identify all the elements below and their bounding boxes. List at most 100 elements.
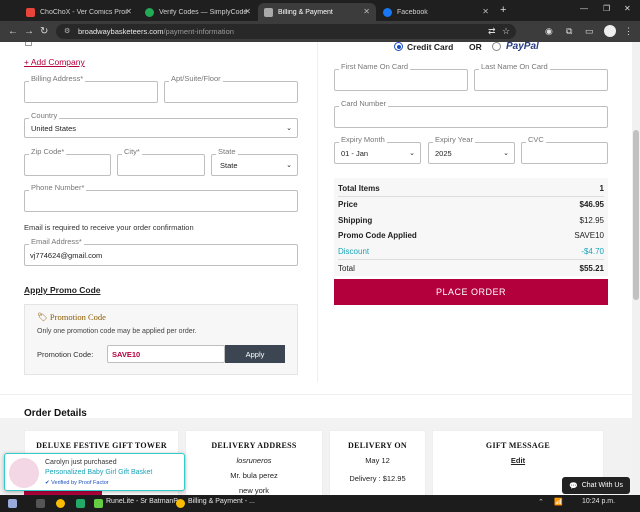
first-name-label: First Name On Card [339, 62, 411, 71]
runelite-icon [94, 499, 103, 508]
chrome-window-icon [176, 499, 185, 508]
extension-icon[interactable]: ◉ [545, 26, 553, 37]
close-icon[interactable]: ✕ [363, 7, 370, 16]
bookmark-star-icon[interactable]: ☆ [502, 26, 510, 37]
summary-row-price: Price $46.95 [338, 200, 604, 214]
zip-input[interactable] [24, 154, 111, 176]
summary-divider [338, 196, 604, 197]
apply-button[interactable]: Apply [225, 345, 285, 363]
delivery-on-title: DELIVERY ON [348, 441, 407, 450]
edit-gift-message-link[interactable]: Edit [433, 456, 603, 465]
tab-facebook[interactable]: Facebook ✕ [377, 3, 495, 21]
url-bar[interactable]: ⚙ broadwaybasketeers.com/payment-informa… [56, 24, 516, 39]
page-content: + Add Company Billing Address* Apt/Suite… [0, 42, 632, 495]
page-favicon-icon [264, 7, 273, 17]
proof-line1: Carolyn just purchased [45, 459, 117, 466]
verified-text: Verified by Proof Factor [51, 480, 109, 486]
close-icon[interactable]: ✕ [482, 7, 489, 16]
gift-message-title: GIFT MESSAGE [485, 441, 551, 450]
facebook-favicon-icon [383, 7, 392, 17]
chrome-icon[interactable] [56, 499, 65, 508]
card-number-label: Card Number [339, 99, 389, 108]
card-number-input[interactable] [334, 106, 608, 128]
radio-dot [396, 44, 401, 49]
country-select[interactable]: United States ⌄ [24, 118, 298, 138]
summary-value: $46.95 [579, 200, 604, 209]
back-icon[interactable]: ← [8, 26, 18, 37]
summary-value: -$4.70 [581, 247, 604, 256]
window-close-icon[interactable]: ✕ [624, 4, 631, 13]
tab-chochox[interactable]: ChoChoX - Ver Comics Promo C... ✕ [20, 3, 138, 21]
summary-row-promo: Promo Code Applied SAVE10 [338, 231, 604, 245]
tab-label: Billing & Payment [278, 8, 333, 16]
tag-icon: 🏷 [37, 312, 48, 322]
proof-popup[interactable]: Carolyn just purchased Personalized Baby… [4, 453, 185, 491]
tab-billing-payment[interactable]: Billing & Payment ✕ [258, 3, 376, 21]
place-order-button[interactable]: PLACE ORDER [334, 279, 608, 305]
scrollbar-thumb[interactable] [633, 130, 639, 300]
profile-avatar[interactable] [604, 25, 616, 37]
network-icon[interactable]: 📶 [554, 498, 563, 506]
delivery-date: May 12 [365, 456, 390, 465]
proof-line2[interactable]: Personalized Baby Girl Gift Basket [45, 469, 152, 476]
browser-tabstrip: ChoChoX - Ver Comics Promo C... ✕ Verify… [0, 0, 640, 21]
tab-label: Facebook [397, 8, 428, 16]
billing-address-label: Billing Address* [29, 74, 86, 83]
chat-with-us-button[interactable]: 💬 Chat With Us [562, 477, 630, 494]
add-company-link[interactable]: + Add Company [24, 57, 85, 67]
app-icon[interactable] [76, 499, 85, 508]
reload-icon[interactable]: ↻ [40, 26, 48, 37]
phone-input[interactable] [24, 190, 298, 212]
last-name-input[interactable] [474, 69, 608, 91]
menu-icon[interactable]: ⋮ [624, 26, 633, 37]
promo-title-text: Promotion Code [49, 312, 106, 322]
tray-chevron-icon[interactable]: ⌃ [538, 498, 544, 506]
state-label: State [216, 147, 238, 156]
first-name-input[interactable] [334, 69, 468, 91]
windows-start-icon[interactable] [8, 499, 17, 508]
credit-card-radio[interactable] [394, 42, 403, 51]
windows-taskbar: RuneLite - Sr BatmanP Billing & Payment … [0, 495, 640, 512]
credit-card-label: Credit Card [407, 42, 454, 52]
tab-label: Verify Codes — SimplyCodes [159, 8, 247, 16]
close-icon[interactable]: ✕ [125, 7, 132, 16]
city-label: City* [122, 147, 142, 156]
clock[interactable]: 10:24 p.m. [582, 498, 615, 505]
billing-address-input[interactable] [24, 81, 158, 103]
translate-icon[interactable]: ⇄ [488, 26, 496, 37]
url-path: /payment-information [163, 27, 234, 36]
apply-promo-link[interactable]: Apply Promo Code [24, 285, 101, 295]
url-domain: broadwaybasketeers.com [78, 27, 164, 36]
tab-simplycodes[interactable]: Verify Codes — SimplyCodes ✕ [139, 3, 257, 21]
city-input[interactable] [117, 154, 205, 176]
country-label: Country [29, 111, 60, 120]
sidebar-icon[interactable]: ▭ [585, 26, 594, 37]
address-line1: losruneros [236, 456, 272, 465]
paypal-radio[interactable] [492, 42, 501, 51]
summary-value: 1 [599, 184, 604, 193]
delivery-address-card: DELIVERY ADDRESS losruneros Mr. bula per… [185, 430, 323, 495]
close-icon[interactable]: ✕ [244, 7, 251, 16]
new-tab-icon[interactable]: + [500, 4, 506, 16]
or-label: OR [469, 42, 482, 52]
puzzle-icon[interactable]: ⧉ [566, 26, 572, 37]
taskbar-item-runelite[interactable]: RuneLite - Sr BatmanP [106, 498, 178, 505]
checkbox[interactable] [25, 42, 32, 46]
browser-toolbar: ← → ↻ ⚙ broadwaybasketeers.com/payment-i… [0, 21, 640, 42]
forward-icon[interactable]: → [24, 26, 34, 37]
section-divider [0, 394, 632, 395]
expiry-year-select[interactable]: 2025 ⌄ [428, 142, 515, 164]
taskbar-item-browser[interactable]: Billing & Payment - ... [188, 498, 255, 505]
minimize-icon[interactable]: — [580, 4, 588, 13]
state-select[interactable]: State ⌄ [211, 154, 298, 176]
apt-input[interactable] [164, 81, 298, 103]
paypal-logo: PayPal [506, 42, 539, 52]
verified-check-icon: ✔ [45, 480, 50, 486]
restore-icon[interactable]: ❐ [603, 4, 610, 13]
expiry-month-select[interactable]: 01 - Jan ⌄ [334, 142, 421, 164]
cvc-input[interactable] [521, 142, 608, 164]
email-note: Email is required to receive your order … [24, 223, 194, 232]
search-icon[interactable] [36, 499, 45, 508]
site-info-icon[interactable]: ⚙ [64, 24, 70, 39]
summary-row-total: Total $55.21 [338, 264, 604, 278]
